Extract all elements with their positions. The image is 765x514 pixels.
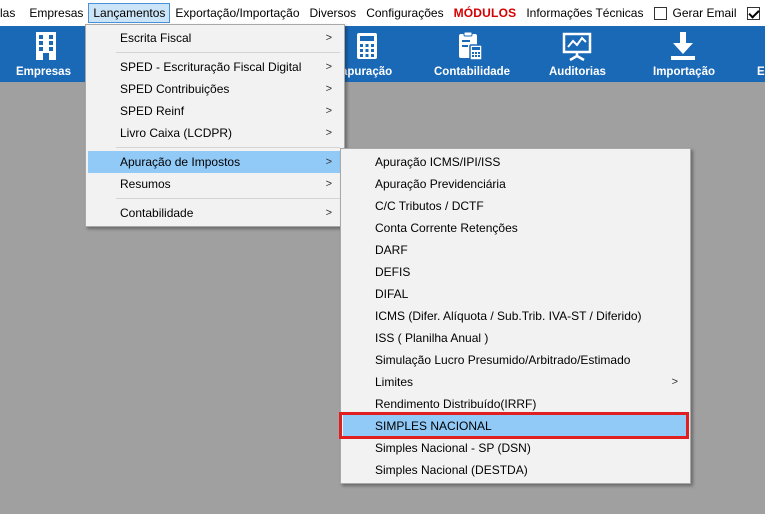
- menu-item-label: SPED Contribuições: [120, 82, 230, 96]
- menu-item-simples-nacional-sp-dsn[interactable]: Simples Nacional - SP (DSN): [343, 437, 688, 459]
- menu-item-modulos[interactable]: MÓDULOS: [449, 3, 522, 23]
- toolbar-button-auditorias[interactable]: Auditorias: [547, 26, 609, 82]
- menu-item-difal[interactable]: DIFAL: [343, 283, 688, 305]
- menu-separator: [116, 147, 340, 148]
- chart-board-icon: [562, 32, 592, 62]
- menu-item-diversos[interactable]: Diversos: [305, 3, 362, 23]
- toolbar-label-contabilidade: Contabilidade: [434, 66, 511, 78]
- menu-item-simples-nacional[interactable]: SIMPLES NACIONAL: [343, 415, 688, 437]
- menu-item-label: SIMPLES NACIONAL: [375, 419, 492, 433]
- menu-item-label: DIFAL: [375, 287, 409, 301]
- menu-item-informacoes-tecnicas[interactable]: Informações Técnicas: [521, 3, 648, 23]
- menu-item-apuracao-icms-ipi-iss[interactable]: Apuração ICMS/IPI/ISS: [343, 151, 688, 173]
- menu-item-label: DEFIS: [375, 265, 411, 279]
- menu-item-label: Escrita Fiscal: [120, 31, 192, 45]
- menu-item-iss-planilha-anual[interactable]: ISS ( Planilha Anual ): [343, 327, 688, 349]
- clipboard-calculator-icon: [459, 31, 483, 61]
- checkbox-checked-icon[interactable]: [746, 6, 760, 20]
- chevron-right-icon: >: [325, 178, 332, 190]
- menu-item-livro-caixa[interactable]: Livro Caixa (LCDPR) >: [88, 122, 342, 144]
- menu-item-configuracoes[interactable]: Configurações: [361, 3, 448, 23]
- menu-item-contabilidade[interactable]: Contabilidade >: [88, 202, 342, 224]
- menu-item-label: Conta Corrente Retenções: [375, 221, 518, 235]
- chevron-right-icon: >: [325, 105, 332, 117]
- toolbar-label-apuracao: apuração: [341, 66, 393, 78]
- toolbar-button-importacao[interactable]: Importação: [651, 26, 721, 82]
- calculator-icon: [357, 33, 377, 59]
- menu-item-defis[interactable]: DEFIS: [343, 261, 688, 283]
- menu-item-label: ISS ( Planilha Anual ): [375, 331, 489, 345]
- menu-item-label: Contabilidade: [120, 206, 194, 220]
- menu-item-exportacao-importacao[interactable]: Exportação/Importação: [170, 3, 304, 23]
- checkbox-unchecked-icon[interactable]: [654, 6, 668, 20]
- menu-item-conta-corrente-retencoes[interactable]: Conta Corrente Retenções: [343, 217, 688, 239]
- menu-item-label: Livro Caixa (LCDPR): [120, 126, 233, 140]
- menu-bar: las Empresas Lançamentos Exportação/Impo…: [0, 0, 765, 26]
- menu-item-apuracao-de-impostos[interactable]: Apuração de Impostos >: [88, 151, 342, 173]
- apuracao-impostos-submenu: Apuração ICMS/IPI/ISS Apuração Previdenc…: [340, 148, 691, 484]
- toolbar-label-partial: E: [757, 66, 765, 78]
- toolbar-label-auditorias: Auditorias: [549, 66, 606, 78]
- menu-item-cc-tributos-dctf[interactable]: C/C Tributos / DCTF: [343, 195, 688, 217]
- menu-item-darf[interactable]: DARF: [343, 239, 688, 261]
- toolbar-label-importacao: Importação: [653, 66, 715, 78]
- building-icon: [36, 32, 56, 60]
- menu-item-label: SPED - Escrituração Fiscal Digital: [120, 60, 302, 74]
- menu-item-icms-difer[interactable]: ICMS (Difer. Alíquota / Sub.Trib. IVA-ST…: [343, 305, 688, 327]
- chevron-right-icon: >: [325, 32, 332, 44]
- menu-item-label: Simulação Lucro Presumido/Arbitrado/Esti…: [375, 353, 631, 367]
- chevron-right-icon: >: [325, 156, 332, 168]
- menu-item-lancamentos[interactable]: Lançamentos: [88, 3, 171, 23]
- ex-checkbox[interactable]: Ex: [741, 3, 765, 23]
- menu-item-rendimento-distribuido[interactable]: Rendimento Distribuído(IRRF): [343, 393, 688, 415]
- menu-item-label: Apuração ICMS/IPI/ISS: [375, 155, 501, 169]
- menu-item-sped-efd[interactable]: SPED - Escrituração Fiscal Digital >: [88, 56, 342, 78]
- menu-item-label: C/C Tributos / DCTF: [375, 199, 484, 213]
- gerar-email-checkbox[interactable]: Gerar Email: [648, 3, 740, 23]
- lancamentos-dropdown: Escrita Fiscal > SPED - Escrituração Fis…: [85, 24, 345, 227]
- menu-item-label: ICMS (Difer. Alíquota / Sub.Trib. IVA-ST…: [375, 309, 642, 323]
- menu-separator: [116, 52, 340, 53]
- chevron-right-icon: >: [325, 127, 332, 139]
- menu-item-janelas[interactable]: las: [0, 3, 24, 23]
- toolbar-button-empresas[interactable]: Empresas: [10, 26, 80, 82]
- menu-item-simulacao-lucro-presumido[interactable]: Simulação Lucro Presumido/Arbitrado/Esti…: [343, 349, 688, 371]
- menu-item-label: Simples Nacional (DESTDA): [375, 463, 528, 477]
- menu-item-label: Simples Nacional - SP (DSN): [375, 441, 531, 455]
- menu-item-apuracao-previdenciaria[interactable]: Apuração Previdenciária: [343, 173, 688, 195]
- toolbar-button-contabilidade[interactable]: Contabilidade: [432, 26, 512, 82]
- menu-separator: [116, 198, 340, 199]
- chevron-right-icon: >: [325, 207, 332, 219]
- menu-item-label: Apuração de Impostos: [120, 155, 241, 169]
- menu-item-label: Apuração Previdenciária: [375, 177, 506, 191]
- menu-item-sped-reinf[interactable]: SPED Reinf >: [88, 100, 342, 122]
- chevron-right-icon: >: [671, 376, 678, 388]
- menu-item-sped-contribuicoes[interactable]: SPED Contribuições >: [88, 78, 342, 100]
- menu-item-resumos[interactable]: Resumos >: [88, 173, 342, 195]
- menu-item-label: Limites: [375, 375, 414, 389]
- menu-item-label: Rendimento Distribuído(IRRF): [375, 397, 537, 411]
- toolbar-label-empresas: Empresas: [16, 66, 71, 78]
- download-icon: [671, 32, 695, 60]
- menu-item-label: DARF: [375, 243, 408, 257]
- menu-item-label: Resumos: [120, 177, 171, 191]
- chevron-right-icon: >: [325, 83, 332, 95]
- chevron-right-icon: >: [325, 61, 332, 73]
- menu-item-label: SPED Reinf: [120, 104, 185, 118]
- menu-item-limites[interactable]: Limites >: [343, 371, 688, 393]
- menu-item-empresas[interactable]: Empresas: [24, 3, 88, 23]
- toolbar-button-partial[interactable]: E: [756, 26, 765, 82]
- menu-item-simples-nacional-destda[interactable]: Simples Nacional (DESTDA): [343, 459, 688, 481]
- gerar-email-label: Gerar Email: [672, 6, 737, 20]
- menu-item-escrita-fiscal[interactable]: Escrita Fiscal >: [88, 27, 342, 49]
